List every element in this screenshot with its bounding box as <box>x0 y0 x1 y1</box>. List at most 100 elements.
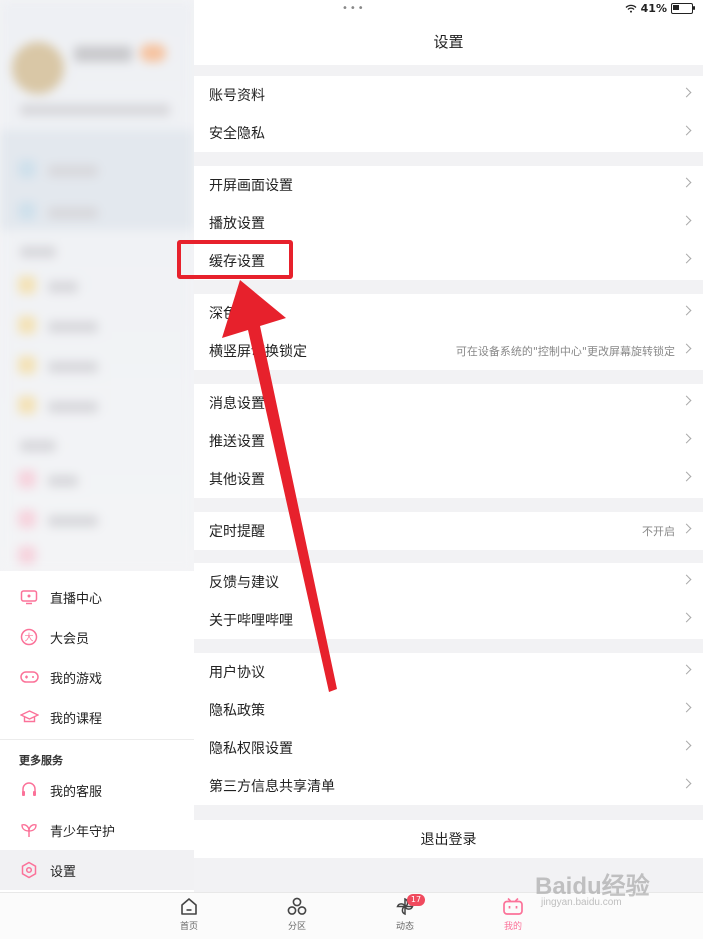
section-title-more-services: 更多服务 <box>19 754 63 767</box>
sidebar-item-label: 直播中心 <box>50 591 103 607</box>
settings-row-third-party-list[interactable]: 第三方信息共享清单 <box>194 767 703 805</box>
battery-percent: 41% <box>640 2 667 15</box>
settings-row-label: 反馈与建议 <box>209 575 279 591</box>
settings-group-logout: 退出登录 <box>194 820 703 858</box>
settings-row-other[interactable]: 其他设置 <box>194 460 703 498</box>
settings-row-label: 关于哔哩哔哩 <box>209 613 293 629</box>
status-indicators: 41% <box>625 2 695 15</box>
chevron-right-icon <box>681 305 692 316</box>
status-bar: ••• 41% <box>194 0 703 18</box>
highlight-box-annotation <box>177 240 293 279</box>
sidebar-item-my-courses[interactable]: 我的课程 <box>0 697 194 737</box>
tv-icon <box>19 587 39 607</box>
navigation-bar: 设置 <box>194 18 703 65</box>
sidebar-item-label: 我的游戏 <box>50 671 103 687</box>
settings-group-legal: 用户协议 隐私政策 隐私权限设置 第三方信息共享清单 <box>194 653 703 805</box>
settings-row-label: 其他设置 <box>209 472 265 488</box>
blurred-line <box>48 165 98 177</box>
sidebar-item-settings[interactable]: 设置 <box>0 850 194 890</box>
gamepad-icon <box>19 667 39 687</box>
sidebar-item-label: 青少年守护 <box>50 824 116 840</box>
blurred-line <box>20 104 170 116</box>
settings-row-privacy-permissions[interactable]: 隐私权限设置 <box>194 729 703 767</box>
sidebar-item-live-center[interactable]: 直播中心 <box>0 577 194 617</box>
multitasking-dots[interactable]: ••• <box>342 3 366 14</box>
sidebar-item-vip[interactable]: 大 大会员 <box>0 617 194 657</box>
settings-row-message[interactable]: 消息设置 <box>194 384 703 422</box>
sidebar-item-customer-service[interactable]: 我的客服 <box>0 770 194 810</box>
settings-row-label: 定时提醒 <box>209 524 265 540</box>
vip-icon: 大 <box>19 627 39 647</box>
tab-label: 分区 <box>287 922 306 932</box>
chevron-right-icon <box>681 664 692 675</box>
blurred-line <box>48 361 98 373</box>
settings-row-timed-reminder[interactable]: 定时提醒 不开启 <box>194 512 703 550</box>
wifi-icon <box>625 4 637 13</box>
sidebar-menu: 直播中心 大 大会员 我的游戏 我的课程 更多服务 我的客服 青少年守护 设置 <box>0 571 194 938</box>
headset-icon <box>19 780 39 800</box>
watermark-url: jingyan.baidu.com <box>541 897 622 908</box>
chevron-right-icon <box>681 125 692 136</box>
chevron-right-icon <box>681 702 692 713</box>
blurred-line <box>48 401 98 413</box>
chevron-right-icon <box>681 395 692 406</box>
settings-row-user-agreement[interactable]: 用户协议 <box>194 653 703 691</box>
blurred-icon <box>18 276 36 294</box>
settings-hexagon-icon <box>19 860 39 880</box>
category-icon <box>287 897 307 915</box>
settings-row-label: 消息设置 <box>209 396 265 412</box>
settings-row-label: 用户协议 <box>209 665 265 681</box>
settings-row-playback[interactable]: 播放设置 <box>194 204 703 242</box>
graduation-cap-icon <box>19 707 39 727</box>
blurred-line <box>48 281 78 293</box>
settings-row-about[interactable]: 关于哔哩哔哩 <box>194 601 703 639</box>
blurred-icon <box>18 470 36 488</box>
settings-group-about: 反馈与建议 关于哔哩哔哩 <box>194 563 703 639</box>
chevron-right-icon <box>681 612 692 623</box>
blurred-icon <box>18 316 36 334</box>
chevron-right-icon <box>681 253 692 264</box>
chevron-right-icon <box>681 523 692 534</box>
settings-panel: ••• 41% 设置 账号资料 安全隐私 开屏画面设置 播放设置 缓存设置 深色… <box>194 0 703 938</box>
settings-row-splash-screen[interactable]: 开屏画面设置 <box>194 166 703 204</box>
settings-row-label: 隐私政策 <box>209 703 265 719</box>
settings-row-label: 账号资料 <box>209 88 265 104</box>
notification-badge: 17 <box>407 894 425 906</box>
settings-row-hint: 可在设备系统的"控制中心"更改屏幕旋转锁定 <box>455 345 675 358</box>
sidebar-item-my-games[interactable]: 我的游戏 <box>0 657 194 697</box>
blurred-line <box>48 475 78 487</box>
settings-row-feedback[interactable]: 反馈与建议 <box>194 563 703 601</box>
settings-row-security-privacy[interactable]: 安全隐私 <box>194 114 703 152</box>
blurred-icon <box>18 510 36 528</box>
chevron-right-icon <box>681 177 692 188</box>
settings-row-label: 深色模式 <box>209 306 265 322</box>
settings-row-push[interactable]: 推送设置 <box>194 422 703 460</box>
blurred-profile-area <box>0 0 194 570</box>
blurred-icon <box>18 202 36 220</box>
sidebar-item-youth-guard[interactable]: 青少年守护 <box>0 810 194 850</box>
tab-category[interactable]: 分区 <box>272 897 322 937</box>
settings-row-rotation-lock[interactable]: 横竖屏切换锁定 可在设备系统的"控制中心"更改屏幕旋转锁定 <box>194 332 703 370</box>
settings-row-account-profile[interactable]: 账号资料 <box>194 76 703 114</box>
settings-row-privacy-policy[interactable]: 隐私政策 <box>194 691 703 729</box>
settings-row-label: 播放设置 <box>209 216 265 232</box>
sidebar-item-label: 我的客服 <box>50 784 103 800</box>
settings-row-label: 推送设置 <box>209 434 265 450</box>
settings-row-label: 开屏画面设置 <box>209 178 293 194</box>
settings-row-dark-mode[interactable]: 深色模式 <box>194 294 703 332</box>
page-title: 设置 <box>433 33 464 51</box>
logout-button[interactable]: 退出登录 <box>194 820 703 858</box>
tab-label: 动态 <box>395 922 414 932</box>
tab-home[interactable]: 首页 <box>164 897 214 937</box>
tab-dynamic[interactable]: 17 动态 <box>380 894 430 937</box>
blurred-icon <box>18 546 36 564</box>
blurred-username <box>74 46 132 62</box>
settings-group-notifications: 消息设置 推送设置 其他设置 <box>194 384 703 498</box>
baidu-jingyan-watermark: Baidu经验 jingyan.baidu.com <box>535 866 685 914</box>
chevron-right-icon <box>681 471 692 482</box>
tab-mine[interactable]: 我的 <box>488 897 538 937</box>
home-icon <box>181 898 197 915</box>
settings-row-label: 安全隐私 <box>209 126 265 142</box>
blurred-icon <box>18 396 36 414</box>
tab-label: 首页 <box>179 922 198 932</box>
